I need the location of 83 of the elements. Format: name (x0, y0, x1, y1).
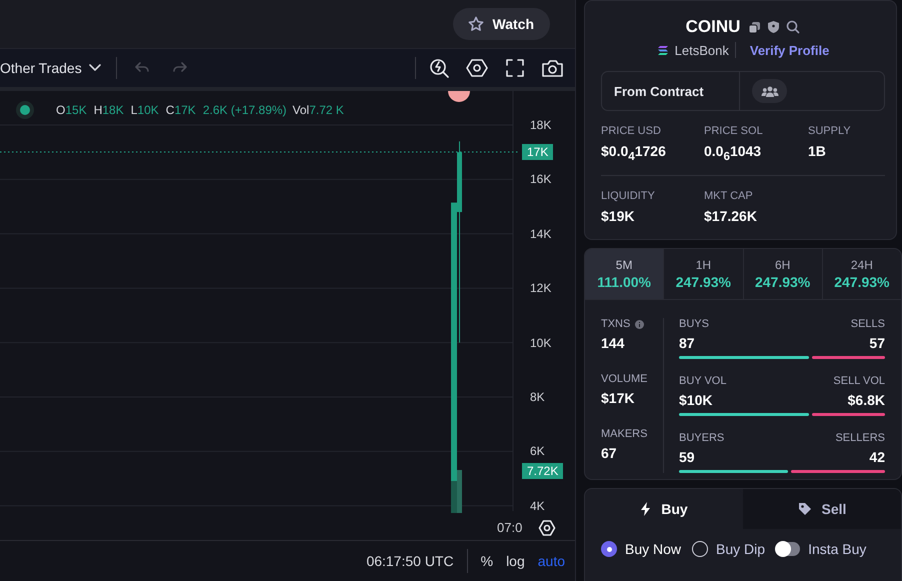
platform-name: LetsBonk (674, 42, 729, 58)
status-dot-icon (16, 101, 34, 119)
stat-label: MKT CAP (704, 190, 754, 202)
stat-value: 59 (679, 449, 696, 465)
ohlc-value: O15K (56, 103, 87, 117)
stat-label: BUYERS (679, 432, 724, 444)
toggle-option[interactable]: Insta Buy (776, 541, 866, 557)
price-tag: 17K (522, 144, 554, 160)
info-icon[interactable] (635, 320, 644, 328)
camera-icon[interactable] (541, 57, 565, 79)
source-label: From Contract (602, 72, 740, 110)
stat-label: PRICE USD (601, 125, 662, 137)
scale-option[interactable]: log (506, 553, 525, 569)
star-icon (468, 16, 484, 32)
axis-label: 10K (530, 336, 552, 350)
search-icon[interactable] (786, 20, 800, 34)
radio-button[interactable] (692, 541, 708, 557)
stat-label: LIQUIDITY (601, 190, 656, 202)
stat-value: $6.8K (846, 392, 885, 408)
watch-button[interactable]: Watch (452, 8, 550, 40)
period-tab[interactable]: 1H 247.93% (664, 249, 744, 299)
time-label: 07:0 (497, 520, 522, 535)
stat-value: $17.26K (704, 208, 758, 224)
stat-label: SELLS (850, 318, 885, 330)
trade-tab[interactable]: Sell (743, 489, 901, 529)
settings-icon[interactable] (538, 519, 556, 537)
marker-icon (448, 91, 470, 102)
axis-label: 16K (530, 172, 552, 186)
period-tab[interactable]: 5M 111.00% (585, 249, 664, 299)
stat-label: TXNS (601, 318, 630, 330)
stat-label: PRICE SOL (704, 125, 764, 137)
stat-label: SUPPLY (808, 125, 852, 137)
axis-label: 12K (530, 281, 552, 296)
clock-time: 06:17:50 UTC (366, 553, 454, 569)
stat-label: MAKERS (601, 428, 648, 440)
axis-label: 4K (530, 498, 545, 513)
axis-label: 8K (530, 390, 545, 404)
scale-option[interactable]: auto (538, 553, 565, 569)
zoom-lightning-icon[interactable] (428, 57, 450, 79)
axis-label: 14K (530, 226, 552, 241)
toggle-switch[interactable] (776, 542, 800, 556)
ohlc-value: H18K (94, 103, 124, 117)
period-tab[interactable]: 24H 247.93% (822, 249, 901, 299)
stat-value: $17K (601, 390, 636, 406)
stat-label: VOLUME (601, 373, 648, 385)
stat-value: 57 (868, 335, 885, 351)
stat-value: $19K (601, 208, 636, 224)
trades-dropdown[interactable]: Other Trades (0, 60, 102, 76)
stat-label: SELLERS (835, 432, 885, 444)
ohlc-value: C17K (166, 103, 196, 117)
tag-icon (798, 502, 812, 516)
axis-label: 6K (530, 444, 545, 458)
community-button[interactable] (752, 79, 787, 103)
shield-icon (767, 20, 780, 34)
stat-value: 0.0$_{6}$1043 (704, 143, 762, 163)
verify-profile-link[interactable]: Verify Profile (750, 42, 830, 58)
scale-option[interactable]: % (480, 553, 494, 569)
stat-value: 144 (601, 335, 626, 351)
radio-option[interactable]: Buy Dip (692, 541, 766, 557)
stat-value: 67 (601, 445, 618, 461)
stat-label: BUYS (679, 318, 709, 330)
volume-value: Vol7.72 K (292, 103, 344, 117)
stat-value: 42 (868, 449, 885, 465)
stat-label: SELL VOL (833, 375, 885, 387)
group-icon[interactable] (760, 84, 778, 98)
volume-tag: 7.72K (522, 463, 564, 479)
price-change: 2.6K (+17.89%) (202, 103, 287, 117)
stat-value: $10K (679, 392, 714, 408)
solana-logo-icon (656, 44, 669, 56)
settings-icon[interactable] (466, 57, 488, 79)
token-symbol: COINU (686, 17, 740, 37)
stat-value: $0.0$_{4}$1726 (601, 143, 667, 163)
period-tab[interactable]: 6H 247.93% (744, 249, 823, 299)
radio-option[interactable]: Buy Now (601, 541, 682, 557)
radio-button[interactable] (601, 541, 617, 557)
stat-value: 87 (679, 335, 696, 351)
stat-label: BUY VOL (679, 375, 726, 387)
stat-value: 1B (808, 143, 827, 159)
ohlc-value: L10K (130, 103, 159, 117)
fullscreen-icon[interactable] (504, 57, 526, 79)
lightning-icon (640, 502, 652, 516)
copy-icon[interactable] (748, 20, 762, 34)
axis-label: 18K (530, 118, 552, 132)
